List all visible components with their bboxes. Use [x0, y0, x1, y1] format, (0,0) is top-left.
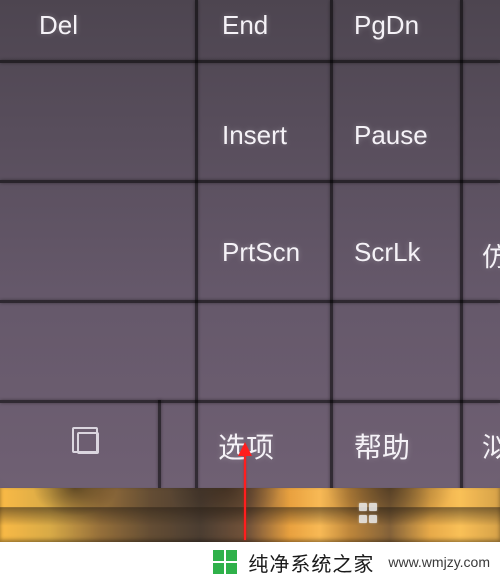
key-label: Insert	[222, 120, 287, 151]
grid-line	[0, 180, 500, 183]
watermark-logo-icon	[212, 549, 238, 575]
grid-line	[0, 400, 500, 403]
key-del[interactable]: Del	[25, 0, 195, 60]
source-watermark: 纯净系统之家 www.wmjzy.com	[0, 542, 500, 582]
watermark-brand: 纯净系统之家	[248, 548, 374, 577]
dock-move-icon[interactable]	[77, 432, 99, 454]
grid-line	[0, 60, 500, 63]
key-partial-right-row3[interactable]: 仿	[468, 225, 500, 300]
tray-app-icon[interactable]	[358, 502, 382, 526]
key-options[interactable]: 选项	[204, 414, 330, 488]
key-label: ScrLk	[354, 237, 420, 268]
watermark-url: www.wmjzy.com	[388, 554, 490, 570]
grid-line	[0, 300, 500, 303]
key-label: PrtScn	[222, 237, 300, 268]
key-label: Pause	[354, 120, 428, 151]
key-partial-right-row4[interactable]: 泤	[468, 414, 500, 488]
key-label: 仿	[482, 237, 500, 274]
key-help[interactable]: 帮助	[340, 414, 460, 488]
key-label: 帮助	[354, 426, 410, 466]
key-label: Del	[39, 10, 78, 41]
desktop-taskbar[interactable]	[0, 488, 500, 542]
key-label: 泤	[482, 426, 500, 466]
key-pause[interactable]: Pause	[340, 108, 460, 180]
key-label: PgDn	[354, 10, 419, 41]
key-prtscn[interactable]: PrtScn	[208, 225, 330, 300]
key-insert[interactable]: Insert	[208, 108, 330, 180]
key-scrlk[interactable]: ScrLk	[340, 225, 460, 300]
key-label: 选项	[218, 426, 274, 466]
key-label: End	[222, 10, 268, 41]
grid-line	[158, 400, 161, 488]
key-end[interactable]: End	[208, 0, 330, 60]
key-pgdn[interactable]: PgDn	[340, 0, 460, 60]
